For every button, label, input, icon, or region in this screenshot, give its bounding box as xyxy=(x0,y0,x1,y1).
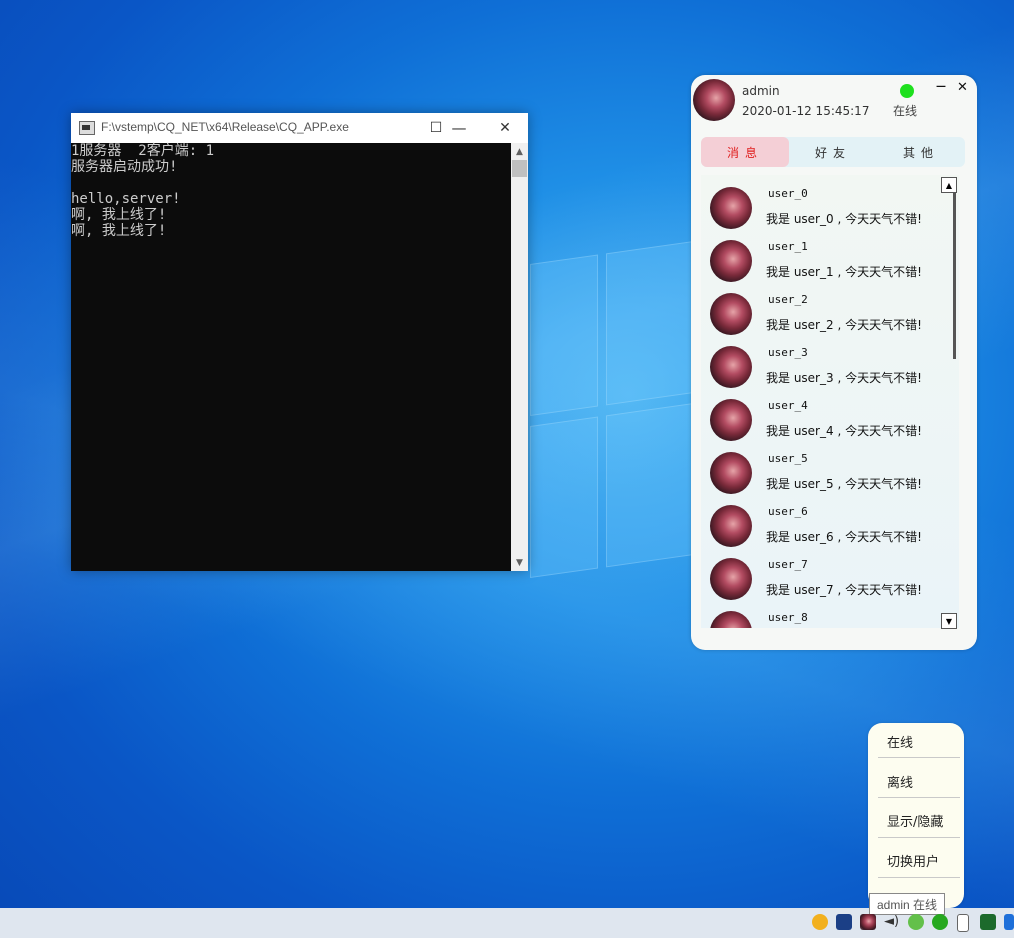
console-scrollbar[interactable]: ▲ ▼ xyxy=(511,143,528,571)
message-preview: 我是 user_6 , 今天天气不错! xyxy=(766,530,922,544)
scroll-thumb[interactable] xyxy=(953,193,956,359)
green-app-icon[interactable] xyxy=(932,914,948,930)
scroll-up-arrow-icon[interactable]: ▲ xyxy=(511,143,528,160)
tray-tooltip: admin 在线 xyxy=(869,893,945,915)
list-item[interactable]: user_4 我是 user_4 , 今天天气不错! xyxy=(701,387,941,441)
tab-other[interactable]: 其他 xyxy=(877,137,965,167)
contact-avatar xyxy=(710,346,752,388)
console-line: 啊, 我上线了! xyxy=(71,207,167,223)
message-list: user_0 我是 user_0 , 今天天气不错! user_1 我是 use… xyxy=(701,175,959,628)
contact-avatar xyxy=(710,240,752,282)
avatar-app-icon[interactable] xyxy=(860,914,876,930)
tq-icon[interactable] xyxy=(836,914,852,930)
console-line: 1服务器 2客户端: 1 xyxy=(71,143,215,159)
list-item[interactable]: user_1 我是 user_1 , 今天天气不错! xyxy=(701,228,941,282)
current-username: admin xyxy=(742,84,780,98)
wechat-icon[interactable] xyxy=(908,914,924,930)
list-item[interactable]: user_2 我是 user_2 , 今天天气不错! xyxy=(701,281,941,335)
list-item[interactable]: user_3 我是 user_3 , 今天天气不错! xyxy=(701,334,941,388)
usb-icon[interactable] xyxy=(957,914,969,932)
menu-divider xyxy=(878,797,960,798)
tab-messages[interactable]: 消息 xyxy=(701,137,789,167)
contact-name: user_8 xyxy=(768,611,808,624)
console-titlebar[interactable]: F:\vstemp\CQ_NET\x64\Release\CQ_APP.exe … xyxy=(71,113,528,143)
message-preview: 我是 user_5 , 今天天气不错! xyxy=(766,477,922,491)
menu-item-show-hide[interactable]: 显示/隐藏 xyxy=(887,811,943,830)
console-title: F:\vstemp\CQ_NET\x64\Release\CQ_APP.exe xyxy=(101,120,349,134)
message-preview: 我是 user_3 , 今天天气不错! xyxy=(766,371,922,385)
chat-minimize-button[interactable]: — xyxy=(936,81,946,92)
console-line: 啊, 我上线了! xyxy=(71,223,167,239)
scroll-down-arrow-icon[interactable]: ▼ xyxy=(941,613,957,629)
message-preview: 我是 user_7 , 今天天气不错! xyxy=(766,583,922,597)
list-item[interactable]: user_8 xyxy=(701,599,941,628)
current-datetime: 2020-01-12 15:45:17 xyxy=(742,104,870,118)
list-item[interactable]: user_0 我是 user_0 , 今天天气不错! xyxy=(701,175,941,229)
menu-item-switch-user[interactable]: 切换用户 xyxy=(887,851,939,870)
chat-tabs: 消息 好友 其他 xyxy=(701,137,965,167)
bluetooth-icon[interactable] xyxy=(1004,914,1014,930)
app-c-icon[interactable] xyxy=(812,914,828,930)
close-button[interactable]: ✕ xyxy=(482,113,528,143)
user-avatar[interactable] xyxy=(693,79,735,121)
contact-name: user_4 xyxy=(768,399,808,412)
contact-avatar xyxy=(710,399,752,441)
scroll-down-arrow-icon[interactable]: ▼ xyxy=(511,554,528,571)
console-window: F:\vstemp\CQ_NET\x64\Release\CQ_APP.exe … xyxy=(71,113,528,571)
contact-name: user_3 xyxy=(768,346,808,359)
security-shield-icon[interactable] xyxy=(980,914,996,930)
contact-avatar xyxy=(710,611,752,628)
contact-name: user_0 xyxy=(768,187,808,200)
message-preview: 我是 user_0 , 今天天气不错! xyxy=(766,212,922,226)
message-list-scrollbar[interactable]: ▲ ▼ xyxy=(940,177,958,629)
message-preview: 我是 user_2 , 今天天气不错! xyxy=(766,318,922,332)
contact-name: user_5 xyxy=(768,452,808,465)
tab-friends[interactable]: 好友 xyxy=(789,137,877,167)
contact-avatar xyxy=(710,452,752,494)
tray-context-menu: 在线 离线 显示/隐藏 切换用户 xyxy=(868,723,964,908)
chat-close-button[interactable]: ✕ xyxy=(957,80,968,95)
contact-name: user_7 xyxy=(768,558,808,571)
contact-avatar xyxy=(710,558,752,600)
maximize-button[interactable]: ☐ xyxy=(413,113,459,143)
contact-avatar xyxy=(710,293,752,335)
contact-avatar xyxy=(710,187,752,229)
menu-divider xyxy=(878,877,960,878)
chat-panel: admin 2020-01-12 15:45:17 在线 — ✕ 消息 好友 其… xyxy=(691,75,977,650)
list-item[interactable]: user_5 我是 user_5 , 今天天气不错! xyxy=(701,440,941,494)
contact-name: user_6 xyxy=(768,505,808,518)
console-line: hello,server! xyxy=(71,191,181,207)
contact-name: user_1 xyxy=(768,240,808,253)
speaker-icon[interactable]: ◄) xyxy=(884,914,900,930)
message-preview: 我是 user_1 , 今天天气不错! xyxy=(766,265,922,279)
console-line: 服务器启动成功! xyxy=(71,159,178,175)
menu-divider xyxy=(878,757,960,758)
online-status-dot-icon xyxy=(900,84,914,98)
console-app-icon xyxy=(79,121,95,135)
contact-name: user_2 xyxy=(768,293,808,306)
menu-divider xyxy=(878,837,960,838)
scroll-up-arrow-icon[interactable]: ▲ xyxy=(941,177,957,193)
menu-item-offline[interactable]: 离线 xyxy=(887,772,913,791)
message-preview: 我是 user_4 , 今天天气不错! xyxy=(766,424,922,438)
scroll-thumb[interactable] xyxy=(512,160,527,177)
list-item[interactable]: user_7 我是 user_7 , 今天天气不错! xyxy=(701,546,941,600)
list-item[interactable]: user_6 我是 user_6 , 今天天气不错! xyxy=(701,493,941,547)
online-status-label: 在线 xyxy=(893,104,918,118)
contact-avatar xyxy=(710,505,752,547)
menu-item-online[interactable]: 在线 xyxy=(887,732,913,751)
console-output: 1服务器 2客户端: 1 服务器启动成功! hello,server! 啊, 我… xyxy=(71,143,511,571)
